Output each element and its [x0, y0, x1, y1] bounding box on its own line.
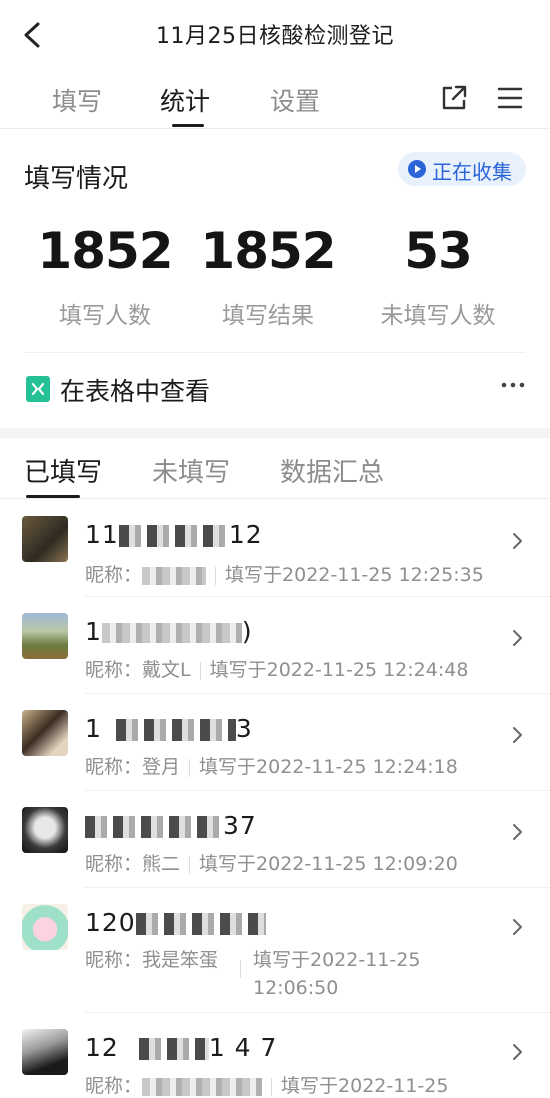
- spreadsheet-icon: [26, 376, 50, 402]
- record-time: 填写于2022-11-25 12:06:50: [253, 949, 421, 999]
- menu-button[interactable]: [497, 85, 523, 111]
- record-name: 11 12: [85, 520, 263, 549]
- subtab-unfilled[interactable]: 未填写: [152, 452, 230, 489]
- list-item[interactable]: 11 12 昵称： 填写于2022-11-25 12:25:35: [0, 500, 550, 597]
- record-name: 13: [85, 714, 253, 743]
- record-meta: 昵称： 填写于2022-11-25 12:25:35: [85, 564, 484, 586]
- stat-filled-label: 填写人数: [59, 303, 151, 329]
- avatar: [22, 710, 68, 756]
- active-tab-indicator: [172, 124, 204, 127]
- page-title: 11月25日核酸检测登记: [156, 24, 394, 49]
- record-time: 填写于2022-11-25 12:24:18: [199, 756, 458, 778]
- avatar: [22, 516, 68, 562]
- record-time: 填写于2022-11-25 12:09:20: [199, 853, 458, 875]
- list-item[interactable]: 12 1 4 7 昵称： 填写于2022-11-25: [0, 1013, 550, 1097]
- list-item[interactable]: 37 昵称：熊二 填写于2022-11-25 12:09:20: [0, 791, 550, 888]
- chevron-right-icon: [513, 824, 522, 840]
- stat-results-label: 填写结果: [222, 303, 314, 329]
- active-subtab-indicator: [26, 495, 80, 498]
- stat-unfilled-count: 53: [404, 222, 473, 280]
- record-meta: 昵称：戴文L 填写于2022-11-25 12:24:48: [85, 659, 469, 681]
- record-time: 填写于2022-11-25 12:24:48: [209, 659, 469, 681]
- avatar: [22, 904, 68, 950]
- chevron-right-icon: [513, 630, 522, 646]
- section-gap: [0, 428, 550, 438]
- view-in-sheet-row[interactable]: 在表格中查看: [0, 360, 550, 422]
- chevron-right-icon: [513, 727, 522, 743]
- divider: [24, 352, 526, 353]
- avatar: [22, 613, 68, 659]
- stat-results-count: 1852: [200, 222, 336, 280]
- record-name: 120: [85, 908, 266, 937]
- stat-filled-count: 1852: [37, 222, 173, 280]
- chevron-right-icon: [513, 919, 522, 935]
- chevron-right-icon: [513, 533, 522, 549]
- chevron-right-icon: [513, 1044, 522, 1060]
- subtab-summary[interactable]: 数据汇总: [280, 452, 384, 489]
- play-circle-icon: [408, 160, 426, 178]
- menu-icon: [497, 87, 523, 109]
- more-options-icon[interactable]: [500, 380, 526, 390]
- list-item[interactable]: 120 昵称：我是笨蛋 填写于2022-11-25 12:06:50: [0, 888, 550, 1013]
- status-text: 正在收集: [432, 160, 512, 184]
- top-bar: 11月25日核酸检测登记: [0, 0, 550, 70]
- list-item[interactable]: 13 昵称：登月 填写于2022-11-25 12:24:18: [0, 694, 550, 791]
- avatar: [22, 1029, 68, 1075]
- share-button[interactable]: [440, 84, 468, 112]
- record-name: 1): [85, 617, 253, 646]
- tab-fill[interactable]: 填写: [52, 82, 102, 118]
- status-badge[interactable]: 正在收集: [398, 152, 526, 186]
- record-time: 填写于2022-11-25 12:25:35: [225, 564, 484, 586]
- divider: [240, 960, 241, 978]
- view-in-sheet-label: 在表格中查看: [60, 377, 211, 406]
- summary-title: 填写情况: [24, 164, 129, 194]
- tab-settings[interactable]: 设置: [270, 82, 320, 118]
- record-name: 37: [85, 811, 257, 840]
- record-tabs: 已填写 未填写 数据汇总: [0, 440, 550, 499]
- share-icon: [442, 85, 467, 110]
- list-item[interactable]: 1) 昵称：戴文L 填写于2022-11-25 12:24:48: [0, 597, 550, 694]
- record-meta: 昵称：登月 填写于2022-11-25 12:24:18: [85, 756, 458, 778]
- subtab-filled[interactable]: 已填写: [24, 452, 102, 489]
- avatar: [22, 807, 68, 853]
- main-tabs: 填写 统计 设置: [0, 72, 550, 129]
- record-meta: 昵称：我是笨蛋: [85, 949, 219, 971]
- record-name: 12 1 4 7: [85, 1033, 278, 1062]
- record-meta: 昵称：熊二 填写于2022-11-25 12:09:20: [85, 853, 458, 875]
- stat-unfilled-label: 未填写人数: [380, 303, 496, 329]
- tab-stats[interactable]: 统计: [160, 82, 210, 118]
